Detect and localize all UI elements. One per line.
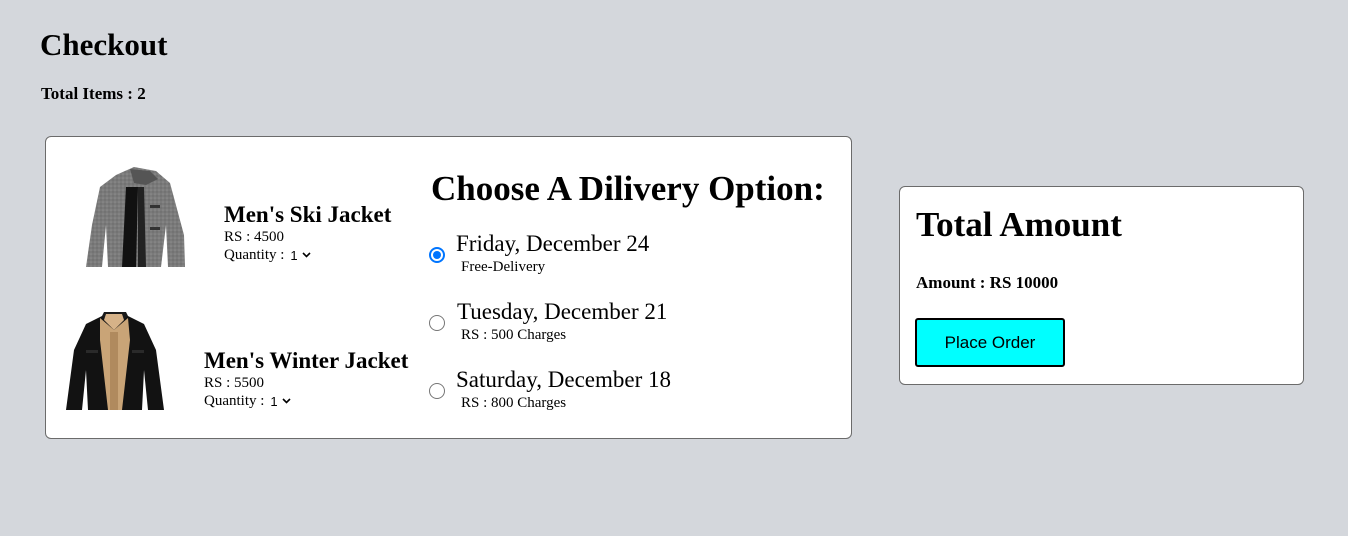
delivery-note: Free-Delivery bbox=[461, 259, 546, 275]
delivery-date: Friday, December 24 bbox=[456, 231, 650, 256]
delivery-date: Tuesday, December 21 bbox=[457, 299, 668, 324]
quantity-row: Quantity : 1 bbox=[204, 393, 291, 410]
total-amount-title: Total Amount bbox=[916, 205, 1122, 244]
place-order-button[interactable]: Place Order bbox=[915, 318, 1065, 367]
amount-text: Amount : RS 10000 bbox=[916, 273, 1059, 292]
total-amount-card: Total Amount Amount : RS 10000 Place Ord… bbox=[899, 186, 1304, 385]
total-items-label: Total Items : bbox=[41, 84, 138, 103]
quantity-label: Quantity : bbox=[204, 393, 265, 409]
product-price: RS : 4500 bbox=[224, 229, 285, 245]
product-name: Men's Ski Jacket bbox=[224, 202, 392, 227]
quantity-value: 1 bbox=[290, 248, 298, 263]
chevron-down-icon bbox=[282, 393, 291, 410]
delivery-note: RS : 800 Charges bbox=[461, 395, 567, 411]
quantity-value: 1 bbox=[270, 394, 278, 409]
delivery-note: RS : 500 Charges bbox=[461, 327, 567, 343]
order-card: Men's Ski Jacket RS : 4500 Quantity : 1 bbox=[45, 136, 852, 439]
total-items: Total Items : 2 bbox=[41, 84, 146, 104]
quantity-label: Quantity : bbox=[224, 247, 285, 263]
quantity-row: Quantity : 1 bbox=[224, 247, 311, 264]
jacket-image-grey bbox=[86, 165, 186, 272]
delivery-radio[interactable] bbox=[429, 247, 445, 263]
page-title: Checkout bbox=[40, 27, 168, 62]
delivery-heading: Choose A Dilivery Option: bbox=[431, 169, 825, 208]
quantity-select[interactable]: 1 bbox=[290, 247, 311, 264]
delivery-radio[interactable] bbox=[429, 315, 445, 331]
delivery-radio[interactable] bbox=[429, 383, 445, 399]
chevron-down-icon bbox=[302, 247, 311, 264]
total-items-count: 2 bbox=[137, 84, 146, 103]
jacket-image-black-sherpa bbox=[64, 310, 166, 417]
delivery-date: Saturday, December 18 bbox=[456, 367, 672, 392]
product-price: RS : 5500 bbox=[204, 375, 265, 391]
quantity-select[interactable]: 1 bbox=[270, 393, 291, 410]
product-name: Men's Winter Jacket bbox=[204, 348, 409, 373]
